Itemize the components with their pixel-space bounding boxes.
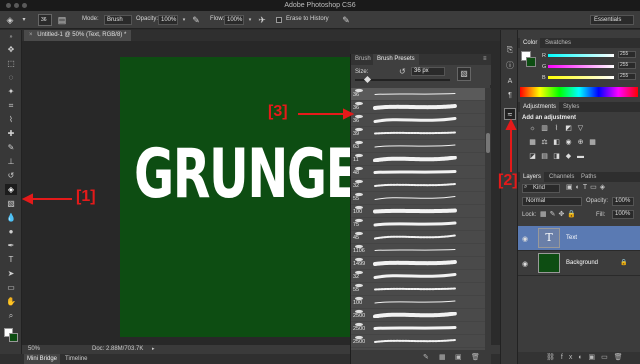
arrow-2-head — [505, 118, 517, 130]
annotation-label-3: [3] — [268, 103, 288, 120]
arrow-3-head — [343, 108, 355, 120]
arrow-1-head — [21, 193, 33, 205]
annotation-overlay — [21, 108, 517, 205]
annotation-label-2: [2] — [498, 172, 518, 189]
annotation-label-1: [1] — [76, 188, 96, 205]
